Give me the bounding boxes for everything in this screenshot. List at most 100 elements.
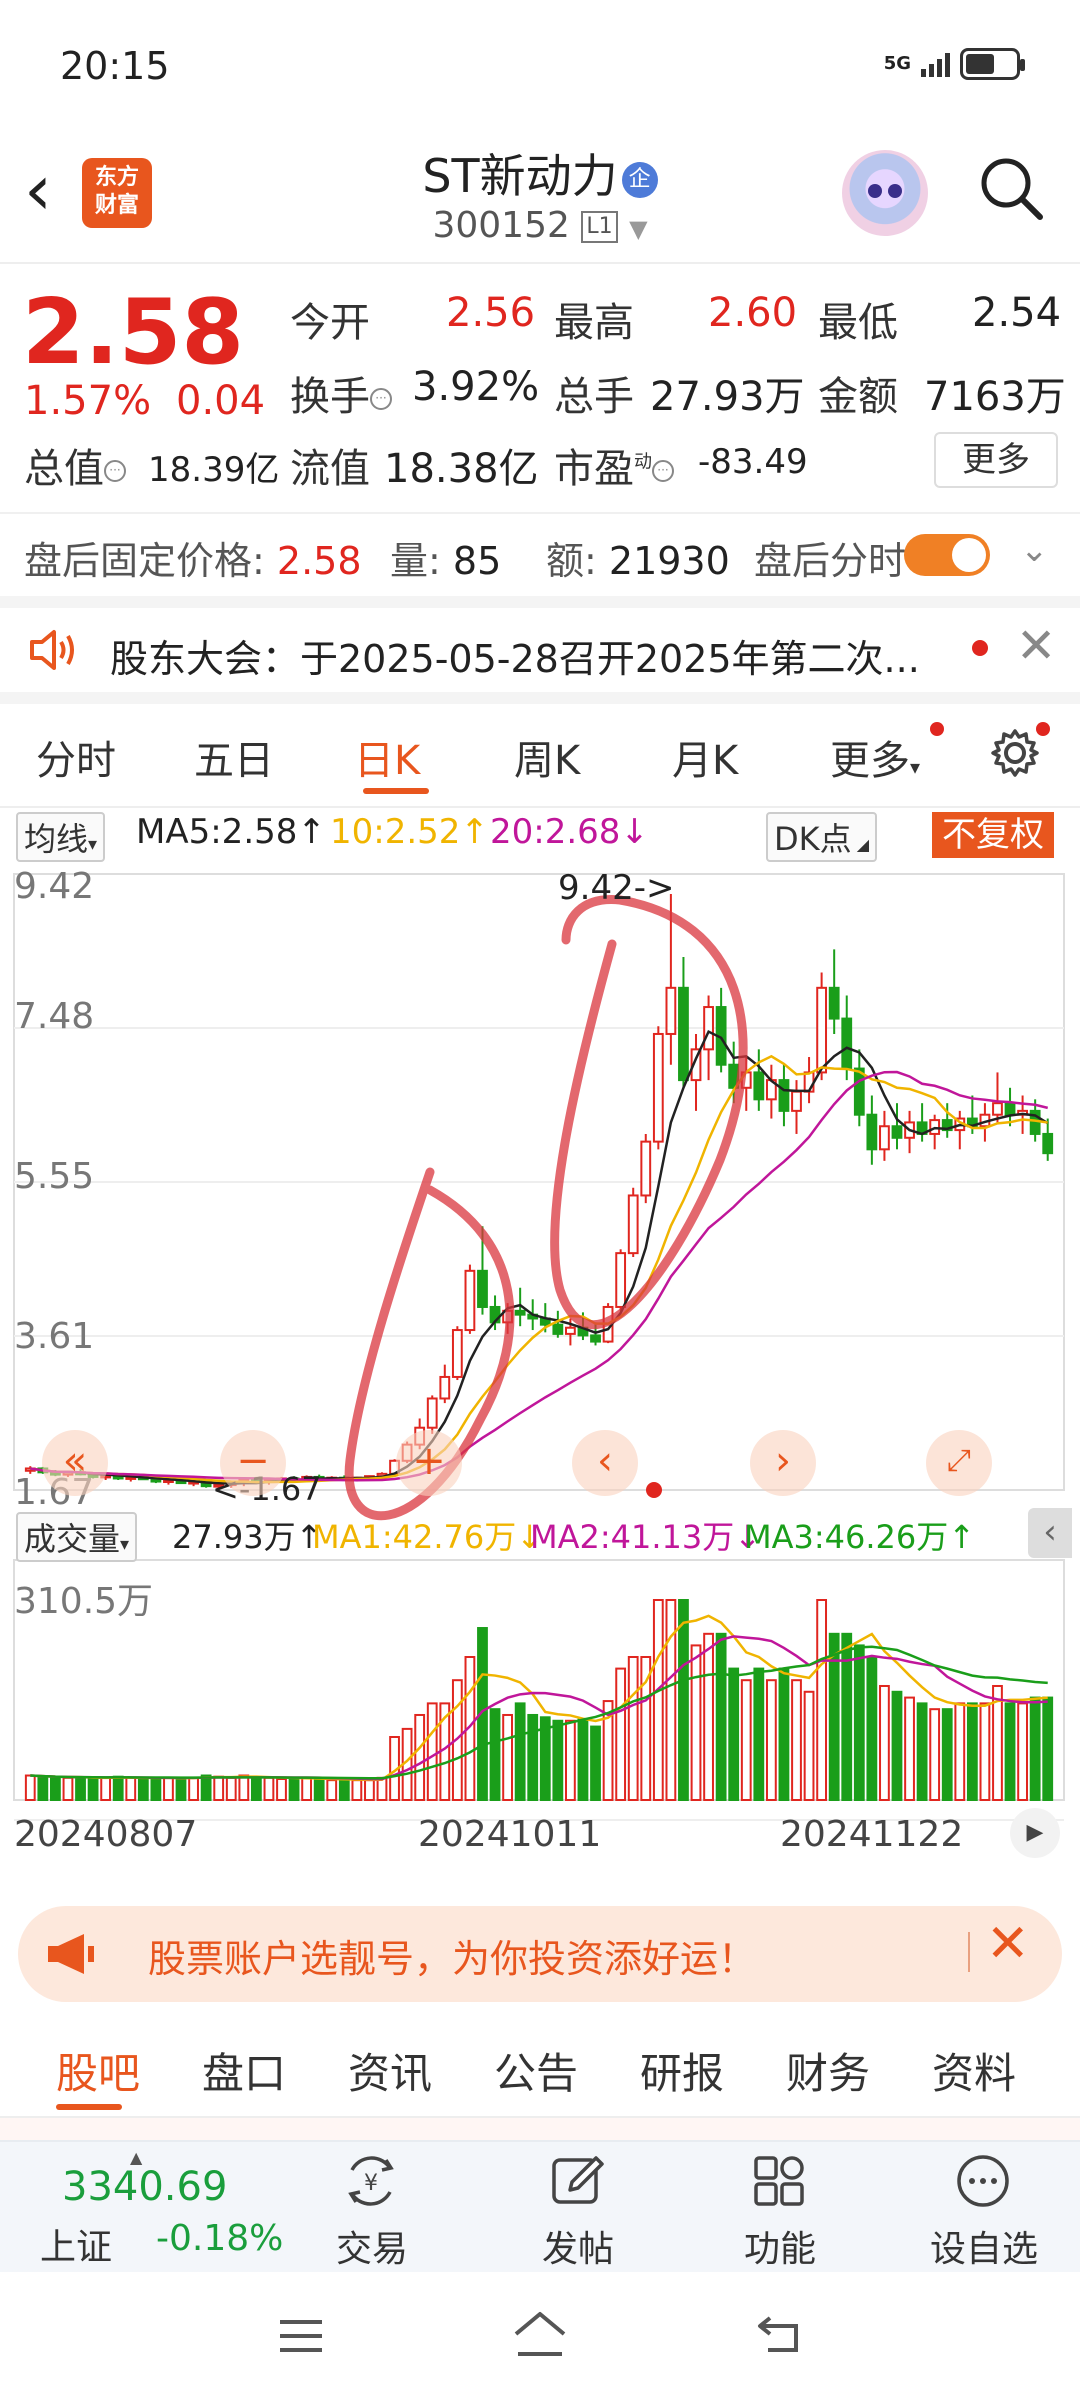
search-icon[interactable]: [978, 155, 1044, 221]
collapse-left-icon[interactable]: ‹: [1028, 1508, 1072, 1558]
play-icon[interactable]: ▶: [1010, 1808, 1060, 1858]
rewind-icon[interactable]: «: [42, 1430, 108, 1496]
candle: [451, 1329, 463, 1378]
volume-bar: [276, 1778, 287, 1801]
post-icon[interactable]: [546, 2150, 608, 2212]
volume-bar: [778, 1667, 790, 1802]
ma-selector[interactable]: 均线▾: [16, 812, 106, 862]
content-strip: [0, 2118, 1080, 2140]
amount-label: 金额: [818, 374, 898, 420]
tab-news[interactable]: 资讯: [348, 2040, 432, 2101]
tab-daily-k[interactable]: 日K: [354, 728, 420, 786]
after-hours-price: 盘后固定价格: 2.58: [24, 539, 362, 583]
close-icon[interactable]: ✕: [1016, 622, 1056, 670]
candle: [426, 1397, 438, 1429]
current-price: 2.58: [22, 280, 245, 385]
volume-bar: [703, 1632, 714, 1801]
candle: [665, 986, 677, 1035]
chevron-down-icon: ▼: [629, 215, 648, 243]
volume-bar: [238, 1774, 250, 1802]
candle: [565, 1326, 576, 1335]
assistant-avatar[interactable]: [842, 150, 928, 236]
tab-monthly-k[interactable]: 月K: [672, 728, 738, 786]
tab-guba[interactable]: 股吧: [56, 2040, 140, 2101]
chevron-down-icon[interactable]: ⌄: [1020, 530, 1049, 570]
tab-pankou[interactable]: 盘口: [202, 2040, 286, 2101]
low-label: 最低: [818, 300, 898, 346]
volume-bar: [929, 1708, 941, 1802]
stock-name: ST新动力: [422, 149, 618, 203]
candle: [891, 1125, 903, 1139]
info-icon[interactable]: ···: [652, 460, 674, 482]
info-icon[interactable]: ···: [104, 460, 126, 482]
after-hours-toggle[interactable]: [904, 534, 990, 576]
index-change: -0.18%: [156, 2218, 284, 2259]
volume-bar: [966, 1702, 978, 1802]
functions-icon[interactable]: [748, 2150, 810, 2212]
info-icon[interactable]: ···: [370, 388, 392, 410]
index-value[interactable]: 3340.69: [62, 2164, 227, 2210]
promo-text[interactable]: 股票账户选靓号，为你投资添好运！: [148, 1928, 756, 1983]
candle: [853, 1067, 865, 1116]
volume-bar: [112, 1775, 124, 1801]
tab-timeshare[interactable]: 分时: [36, 728, 116, 786]
candle: [627, 1194, 639, 1255]
low-value: 2.54: [972, 290, 1062, 336]
adjust-mode-button[interactable]: 不复权: [932, 812, 1054, 858]
high-label: 最高: [554, 300, 634, 346]
close-icon[interactable]: ✕: [986, 1918, 1030, 1970]
volume-bar: [866, 1656, 878, 1801]
volume-bar: [577, 1718, 589, 1801]
fullscreen-icon[interactable]: ⤢: [926, 1430, 992, 1496]
change-amount: 0.04: [176, 378, 266, 424]
menu-icon[interactable]: [276, 2316, 326, 2356]
trade-icon[interactable]: ¥: [340, 2150, 402, 2212]
gear-icon[interactable]: [988, 726, 1042, 780]
change-percent: 1.57%: [24, 378, 152, 424]
active-tab-indicator: [363, 788, 429, 794]
dock-trade-label[interactable]: 交易: [302, 2220, 442, 2272]
volume-bar: [552, 1719, 564, 1801]
after-hours-timeshare-label: 盘后分时: [754, 539, 907, 583]
svg-text:¥: ¥: [364, 2171, 378, 2196]
back-nav-icon[interactable]: [756, 2310, 806, 2356]
ma5-line: [30, 1029, 1049, 1485]
indicator-selector[interactable]: 成交量▾: [16, 1512, 138, 1562]
tab-research[interactable]: 研报: [640, 2040, 724, 2101]
volume-bar: [1029, 1696, 1041, 1801]
next-icon[interactable]: ›: [750, 1430, 816, 1496]
tab-profile[interactable]: 资料: [932, 2040, 1016, 2101]
dock-post-label[interactable]: 发帖: [508, 2220, 648, 2272]
candle: [514, 1309, 526, 1316]
divider: [968, 1932, 970, 1972]
volume-label: 总手: [554, 374, 634, 420]
dock-functions-label[interactable]: 功能: [710, 2220, 850, 2272]
float-label: 流值: [290, 446, 370, 492]
home-icon[interactable]: [510, 2306, 570, 2360]
add-watchlist-icon[interactable]: [952, 2150, 1014, 2212]
volume-bar: [376, 1776, 388, 1801]
notice-text[interactable]: 股东大会：于2025-05-28召开2025年第二次...: [110, 628, 920, 683]
tab-announcements[interactable]: 公告: [494, 2040, 578, 2101]
previous-icon[interactable]: ‹: [572, 1430, 638, 1496]
unread-dot: [930, 722, 944, 736]
mktcap-label: 总值 ···: [24, 436, 126, 494]
more-button[interactable]: 更多: [934, 432, 1058, 488]
volume-bar: [527, 1713, 539, 1801]
volume-bar: [137, 1778, 149, 1801]
annotation-circle: [550, 895, 748, 1330]
zoom-in-icon[interactable]: +: [396, 1430, 462, 1496]
tab-five-day[interactable]: 五日: [194, 728, 274, 786]
volume-bar: [175, 1776, 187, 1801]
candle: [590, 1334, 601, 1343]
tab-weekly-k[interactable]: 周K: [514, 728, 580, 786]
zoom-out-icon[interactable]: −: [220, 1430, 286, 1496]
kline-chart[interactable]: [0, 860, 1080, 1880]
candle: [879, 1125, 890, 1151]
tab-more[interactable]: 更多▾: [830, 728, 920, 786]
dk-point-button[interactable]: DK点 ◢: [766, 812, 878, 862]
ma5-value: MA5:2.58↑: [136, 812, 326, 852]
date-label: 20241011: [418, 1814, 602, 1855]
tab-finance[interactable]: 财务: [786, 2040, 870, 2101]
dock-watchlist-label[interactable]: 设自选: [914, 2220, 1054, 2272]
